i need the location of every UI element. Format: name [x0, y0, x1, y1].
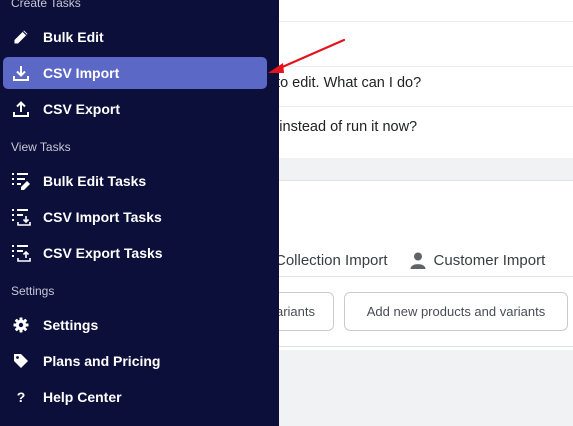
app-window: t to edit. What can I do? k instead of r…	[0, 0, 573, 426]
annotation-arrow	[268, 38, 346, 73]
